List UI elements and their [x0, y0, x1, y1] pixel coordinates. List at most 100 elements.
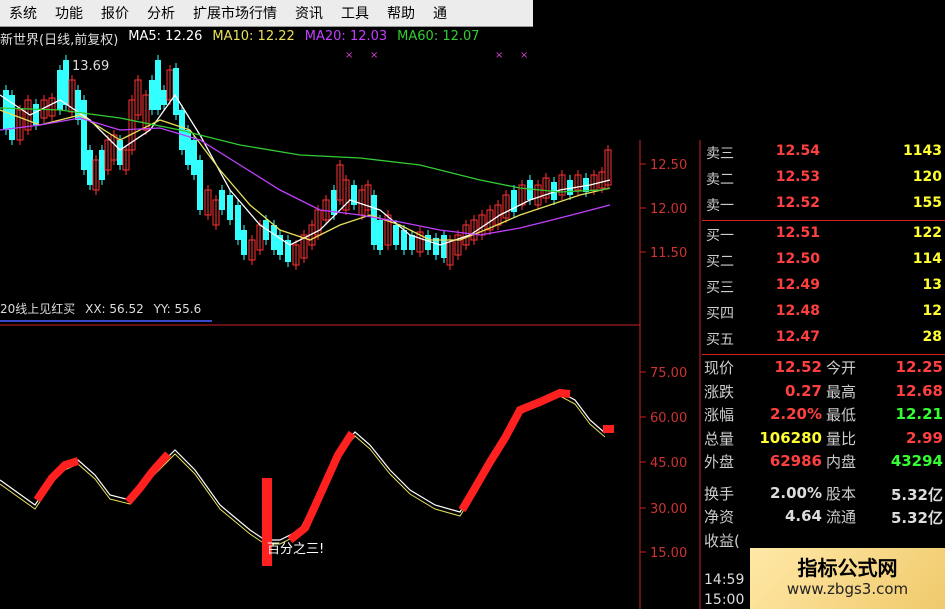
signal-marker: × [520, 50, 528, 61]
stat-value-2: 43294 [890, 452, 943, 470]
stat-row: 涨幅 2.20% 最低 12.21 [702, 402, 945, 426]
stat-value-2: 2.99 [905, 428, 943, 447]
stat-value: 106280 [759, 428, 822, 447]
stat-value: 2.00% [769, 483, 822, 502]
candle-body [155, 60, 161, 110]
order-label: 买三 [706, 280, 734, 296]
order-volume: 1143 [903, 143, 942, 159]
stat-value: 4.64 [784, 507, 822, 525]
candle-body [409, 235, 415, 250]
stat-label-2: 最低 [826, 406, 857, 424]
price-tick-label: 12.00 [650, 202, 687, 217]
order-book-divider [702, 220, 945, 221]
indicator-tick-label: 15.00 [650, 546, 687, 561]
stat-value-2: 5.32亿 [890, 509, 943, 527]
stat-value: 62986 [769, 452, 822, 470]
watermark-title: 指标公式网 [797, 556, 898, 580]
buy-segment [458, 388, 571, 513]
order-label: 买一 [706, 228, 734, 244]
signal-marker: × [370, 50, 378, 61]
stat-label: 换手 [704, 484, 735, 503]
order-label: 卖一 [706, 198, 734, 214]
signal-marker: × [345, 50, 353, 61]
time-label-1: 14:59 [704, 572, 745, 588]
ask-row: 卖三 12.54 1143 [702, 140, 945, 166]
stat-label-2: 股本 [826, 484, 857, 503]
ask-row: 卖二 12.53 120 [702, 166, 945, 192]
order-volume: 12 [922, 303, 942, 319]
stat-label: 总量 [704, 429, 735, 448]
candle-body [371, 195, 377, 245]
stat-label: 涨跌 [704, 382, 735, 401]
watermark: 指标公式网 www.zbgs3.com [750, 548, 945, 609]
indicator-annotation: 百分之三! [267, 542, 324, 557]
order-label: 买五 [706, 332, 734, 348]
order-volume: 120 [912, 169, 942, 185]
bid-row: 买四 12.48 12 [702, 300, 945, 326]
time-label-2: 15:00 [704, 592, 745, 608]
candle-body [161, 90, 167, 105]
indicator-tick-label: 75.00 [650, 366, 687, 381]
stat-label-2: 今开 [826, 359, 857, 377]
stat-label: 外盘 [704, 453, 735, 471]
candle-body [3, 90, 9, 130]
stat-label-2: 最高 [826, 382, 857, 401]
stat-row: 外盘 62986 内盘 43294 [702, 449, 945, 473]
candle-body [173, 68, 179, 115]
indicator-tick-label: 60.00 [650, 411, 687, 426]
candle-body [57, 70, 63, 110]
buy-segment [287, 430, 356, 544]
stat-row: 换手 2.00% 股本 5.32亿 [702, 481, 945, 505]
candle-body [117, 140, 123, 165]
candle-body [63, 60, 69, 105]
order-price: 12.48 [775, 303, 820, 319]
buy-segment [124, 451, 171, 505]
order-volume: 114 [912, 251, 942, 267]
stat-value-2: 5.32亿 [890, 485, 943, 504]
stat-row: 现价 12.52 今开 12.25 [702, 355, 945, 379]
order-price: 12.51 [775, 225, 820, 241]
candle-body [87, 150, 93, 185]
candle-body [197, 160, 203, 210]
candle-body [81, 100, 87, 170]
stat-label-2: 量比 [826, 429, 857, 448]
candle-body [33, 104, 39, 125]
candle-body [191, 140, 197, 175]
price-tick-label: 12.50 [650, 158, 687, 173]
stat-label-2: 内盘 [826, 453, 857, 471]
bid-row: 买二 12.50 114 [702, 248, 945, 274]
stat-value-2: 12.68 [895, 381, 943, 400]
candle-body [271, 225, 277, 250]
order-price: 12.54 [775, 143, 820, 159]
order-price: 12.49 [775, 277, 820, 293]
high-price-label: 13.69 [72, 59, 109, 74]
stat-label: 收益( [704, 531, 740, 550]
candle-body [441, 235, 447, 258]
order-volume: 28 [922, 329, 942, 345]
stat-row: 涨跌 0.27 最高 12.68 [702, 379, 945, 403]
order-price: 12.52 [775, 195, 820, 211]
candle-body [377, 220, 383, 250]
stat-label: 净资 [704, 508, 735, 526]
signal-marker: × [495, 50, 503, 61]
buy-segment [33, 457, 80, 503]
order-price: 12.53 [775, 169, 820, 185]
watermark-url: www.zbgs3.com [786, 580, 909, 598]
stat-label-2: 流通 [826, 508, 857, 526]
order-label: 买四 [706, 306, 734, 322]
candle-body [235, 205, 241, 240]
indicator-tick-label: 30.00 [650, 502, 687, 517]
stat-label: 现价 [704, 359, 735, 377]
stat-value: 0.27 [784, 381, 822, 400]
bid-row: 买三 12.49 13 [702, 274, 945, 300]
candle-body [401, 230, 407, 250]
stat-row: 总量 106280 量比 2.99 [702, 426, 945, 450]
candle-body [99, 150, 105, 180]
stat-row: 净资 4.64 流通 5.32亿 [702, 504, 945, 528]
quote-panel: 卖三 12.54 1143 卖二 12.53 120 卖一 12.52 155 买一 12.51 12… [702, 140, 945, 609]
stat-label: 涨幅 [704, 406, 735, 424]
bid-row: 买五 12.47 28 [702, 326, 945, 352]
ask-row: 卖一 12.52 155 [702, 192, 945, 218]
stat-value: 2.20% [769, 405, 822, 423]
stat-value-2: 12.21 [895, 405, 943, 423]
